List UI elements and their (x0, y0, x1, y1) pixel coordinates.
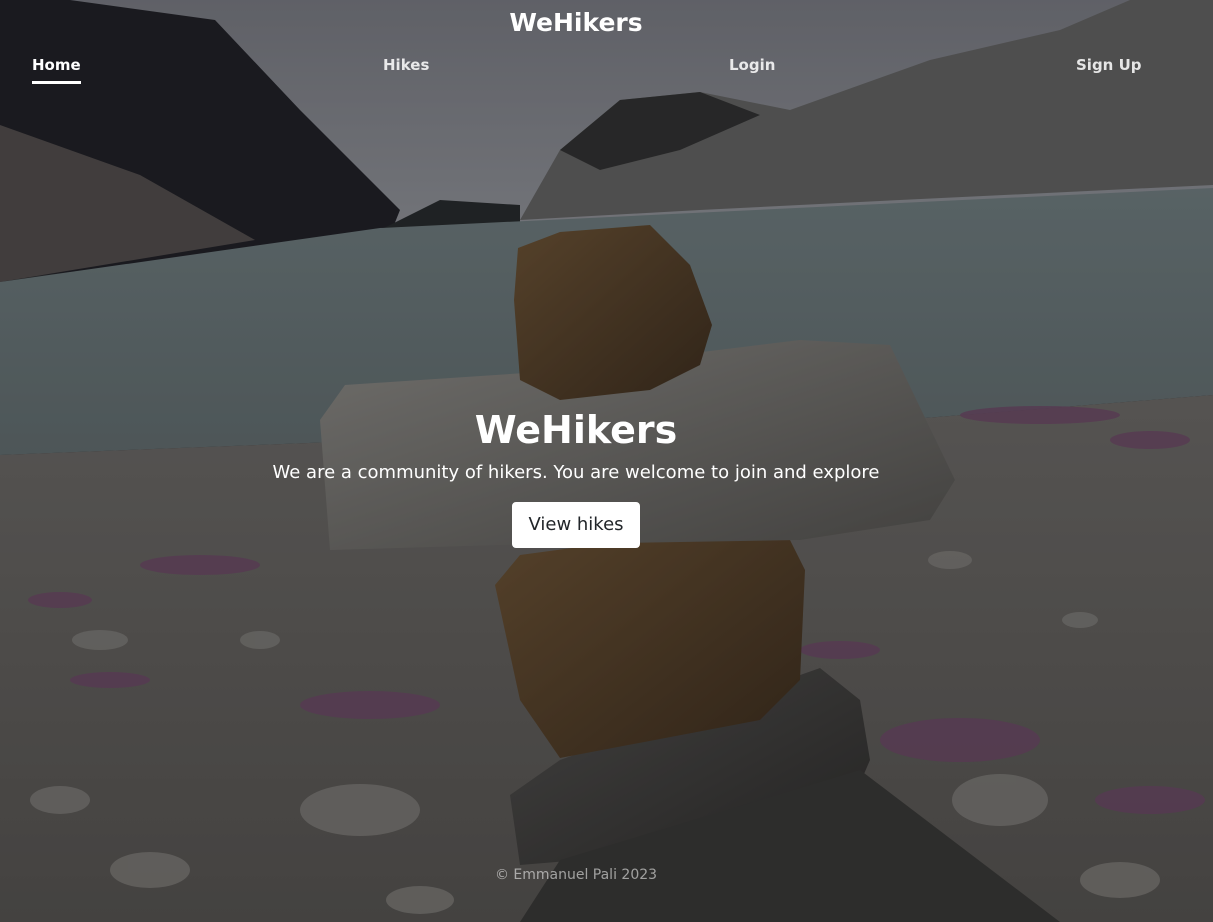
nav-login-link[interactable]: Login (729, 56, 775, 81)
hero-title: WeHikers (474, 408, 678, 452)
nav-signup-link[interactable]: Sign Up (1076, 56, 1142, 81)
view-hikes-button[interactable]: View hikes (512, 502, 640, 548)
hero-subtitle: We are a community of hikers. You are we… (272, 462, 880, 483)
hero-section: WeHikers We are a community of hikers. Y… (0, 404, 1152, 548)
nav-hikes-link[interactable]: Hikes (383, 56, 429, 81)
nav-home-link[interactable]: Home (32, 56, 81, 84)
footer-copyright: © Emmanuel Pali 2023 (494, 867, 658, 883)
main-nav: Home Hikes Login Sign Up (0, 56, 1213, 86)
brand-title[interactable]: WeHikers (0, 8, 1152, 37)
